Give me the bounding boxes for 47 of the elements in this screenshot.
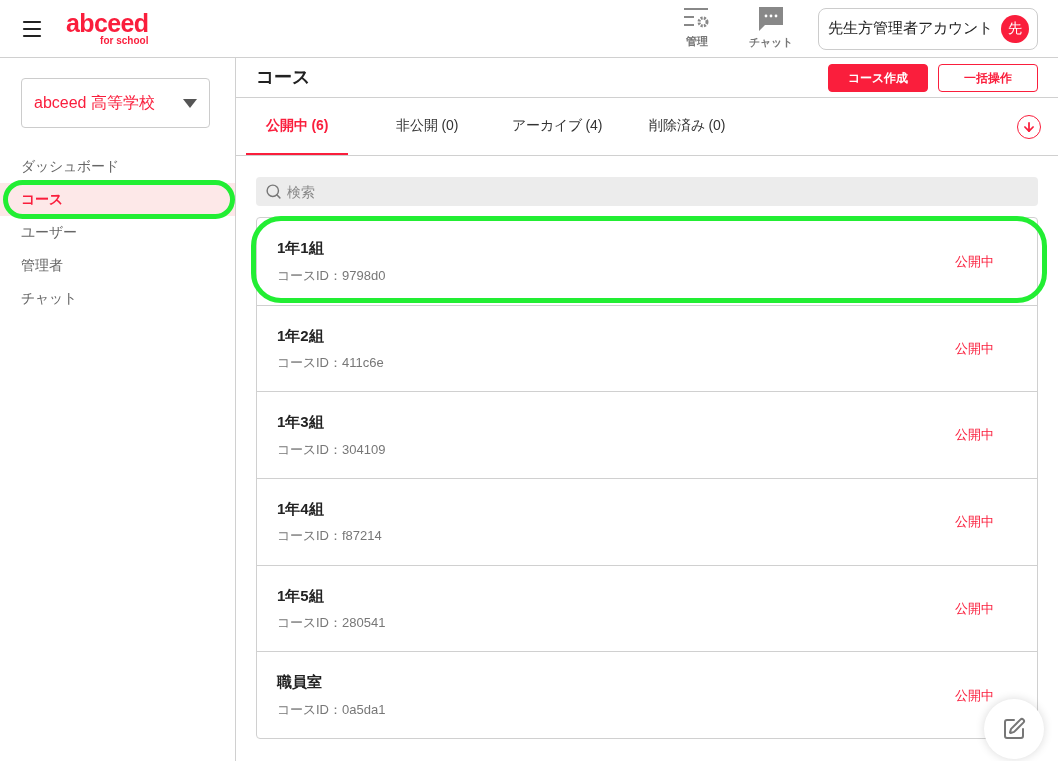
tab[interactable]: 非公開 (0) [376,97,478,155]
create-course-button[interactable]: コース作成 [828,63,928,92]
sidebar-item[interactable]: ダッシュボード [0,150,235,183]
search-field[interactable]: 検索 [256,177,1038,206]
chat-button[interactable]: チャット [744,6,798,51]
status-label: 公開中 [955,513,994,532]
avatar: 先 [1001,14,1029,43]
chat-icon [758,6,784,33]
course-id: コースID：280541 [277,614,387,633]
sidebar-item[interactable]: 管理者 [0,249,235,282]
edit-icon [1002,717,1026,741]
logo-text: abceed [66,11,149,36]
status-label: 公開中 [955,339,994,358]
status-label: 公開中 [955,599,994,618]
course-row[interactable]: 1年2組 コースID：411c6e 公開中 [257,304,1037,392]
course-id: コースID：304109 [277,440,387,459]
course-id: コースID：9798d0 [277,266,387,285]
sidebar-item[interactable]: ユーザー [0,216,235,249]
sidebar-item[interactable]: チャット [0,282,235,315]
bulk-action-button[interactable]: 一括操作 [938,63,1038,92]
course-name: 1年3組 [277,412,325,433]
arrow-down-icon [1022,119,1036,134]
search-icon [265,183,282,200]
course-name: 職員室 [277,672,323,693]
course-row[interactable]: 1年4組 コースID：f87214 公開中 [257,478,1037,565]
course-name: 1年1組 [277,238,325,259]
course-id: コースID：411c6e [277,354,385,373]
account-button[interactable]: 先生方管理者アカウント 先 [818,7,1038,50]
tab[interactable]: アーカイブ (4) [506,97,608,155]
logo-subtitle: for school [100,36,149,46]
school-dropdown[interactable]: abceed 高等学校 [21,78,210,128]
course-id: コースID：0a5da1 [277,700,387,719]
course-name: 1年4組 [277,498,325,519]
status-label: 公開中 [955,252,994,271]
course-id: コースID：f87214 [277,527,383,546]
tab[interactable]: 公開中 (6) [246,97,348,155]
manage-button[interactable]: 管理 [670,7,724,50]
course-name: 1年5組 [277,585,325,606]
caret-icon [183,98,197,108]
course-row[interactable]: 1年5組 コースID：280541 公開中 [257,564,1037,652]
course-row[interactable]: 1年3組 コースID：304109 公開中 [257,391,1037,479]
status-label: 公開中 [955,426,994,445]
course-row[interactable]: 1年1組 コースID：9798d0 公開中 [257,218,1037,305]
tab[interactable]: 削除済み (0) [636,97,738,155]
course-name: 1年2組 [277,325,325,346]
page-title: コース [256,66,310,89]
status-label: 公開中 [955,686,994,705]
